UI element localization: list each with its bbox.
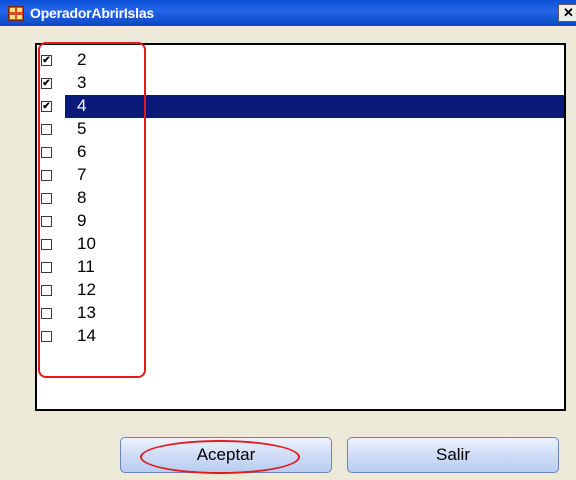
list-item-label: 3 [77,73,87,92]
window-title: OperadorAbrirIslas [30,5,154,21]
window-app-icon [8,6,24,21]
item-checkbox[interactable] [41,262,52,273]
checkmark-icon: ✔ [42,78,51,89]
list-item-label: 8 [77,188,87,207]
close-icon: ✕ [563,5,574,20]
list-item-label: 2 [77,50,87,69]
list-item[interactable]: ✔ 4 [37,95,564,118]
item-checkbox[interactable] [41,308,52,319]
selection-highlight [65,256,564,279]
list-item[interactable]: ✔ 3 [37,72,564,95]
item-checkbox[interactable]: ✔ [41,55,52,66]
selection-highlight [65,49,564,72]
title-bar[interactable]: OperadorAbrirIslas ✕ [0,0,576,26]
list-item-label: 5 [77,119,87,138]
list-item-label: 6 [77,142,87,161]
exit-button[interactable]: Salir [347,437,559,473]
list-item[interactable]: 7 [37,164,564,187]
selection-highlight [65,325,564,348]
list-item-label: 7 [77,165,87,184]
selection-highlight [65,72,564,95]
item-checkbox[interactable] [41,216,52,227]
list-item[interactable]: ✔ 2 [37,49,564,72]
list-item[interactable]: 8 [37,187,564,210]
selection-highlight [65,210,564,233]
item-checkbox[interactable] [41,285,52,296]
checked-list-box[interactable]: ✔ 2 ✔ 3 ✔ 4 5 6 7 8 9 10 11 12 13 14 [35,43,566,411]
list-item-label: 14 [77,326,96,345]
item-checkbox[interactable] [41,331,52,342]
list-item[interactable]: 5 [37,118,564,141]
selection-highlight [65,279,564,302]
item-checkbox[interactable] [41,193,52,204]
list-item-label: 11 [77,257,95,276]
accept-button[interactable]: Aceptar [120,437,332,473]
list-item[interactable]: 9 [37,210,564,233]
accept-button-label: Aceptar [196,445,256,464]
item-checkbox[interactable]: ✔ [41,78,52,89]
exit-button-label: Salir [435,445,470,464]
selection-highlight [65,95,564,118]
item-checkbox[interactable] [41,124,52,135]
list-item[interactable]: 6 [37,141,564,164]
dialog-window: OperadorAbrirIslas ✕ ✔ 2 ✔ 3 ✔ 4 5 6 7 8 9 10 11 12 13… [0,0,576,480]
item-checkbox[interactable] [41,170,52,181]
item-checkbox[interactable] [41,147,52,158]
list-item[interactable]: 14 [37,325,564,348]
list-item[interactable]: 11 [37,256,564,279]
close-button[interactable]: ✕ [558,4,576,22]
selection-highlight [65,302,564,325]
checkmark-icon: ✔ [42,101,51,112]
selection-highlight [65,118,564,141]
list-item-label: 9 [77,211,87,230]
selection-highlight [65,187,564,210]
list-item-label: 10 [77,234,96,253]
list-item-label: 13 [77,303,96,322]
selection-highlight [65,164,564,187]
list-item[interactable]: 13 [37,302,564,325]
checkmark-icon: ✔ [42,55,51,66]
item-checkbox[interactable]: ✔ [41,101,52,112]
item-checkbox[interactable] [41,239,52,250]
list-item[interactable]: 10 [37,233,564,256]
selection-highlight [65,141,564,164]
list-item-label: 4 [77,96,87,115]
selection-highlight [65,233,564,256]
list-item-label: 12 [77,280,96,299]
list-item[interactable]: 12 [37,279,564,302]
